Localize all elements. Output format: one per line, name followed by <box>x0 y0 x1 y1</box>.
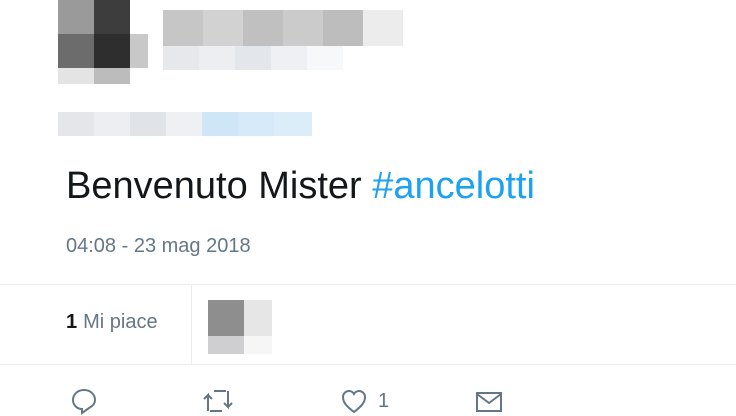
reply-context[interactable] <box>58 112 312 136</box>
reply-icon <box>70 387 98 415</box>
envelope-icon <box>474 387 504 415</box>
retweet-icon <box>200 387 236 415</box>
likes-label: Mi piace <box>83 311 158 333</box>
retweet-button[interactable] <box>200 386 236 416</box>
direct-message-button[interactable] <box>474 386 504 416</box>
heart-icon <box>340 387 368 415</box>
like-button[interactable]: 1 <box>340 386 389 416</box>
tweet-timestamp[interactable]: 04:08 - 23 mag 2018 <box>66 233 251 259</box>
stats-separator <box>191 284 192 364</box>
username-handle[interactable] <box>163 46 343 70</box>
display-name[interactable] <box>163 10 403 46</box>
stats-top-divider <box>0 284 736 285</box>
like-count: 1 <box>378 389 390 412</box>
reply-button[interactable] <box>70 386 98 416</box>
hashtag-link[interactable]: #ancelotti <box>372 165 535 207</box>
liker-avatar[interactable] <box>208 300 272 354</box>
likes-count: 1 <box>66 311 78 333</box>
avatar[interactable] <box>58 0 148 84</box>
likes-stat[interactable]: 1 Mi piace <box>66 309 158 335</box>
stats-bottom-divider <box>0 364 736 365</box>
tweet-text: Benvenuto Mister #ancelotti <box>66 160 535 212</box>
tweet-text-body: Benvenuto Mister <box>66 165 373 207</box>
